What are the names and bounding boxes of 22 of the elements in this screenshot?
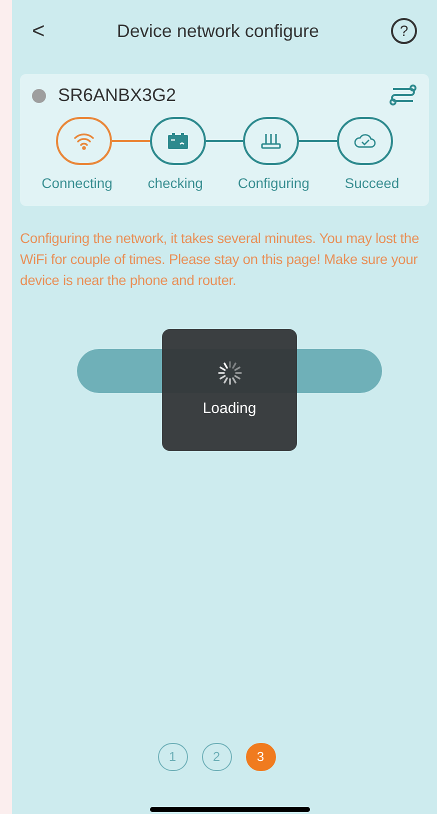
page-title: Device network configure: [116, 20, 319, 43]
page-button[interactable]: 2: [202, 743, 232, 771]
wifi-icon: [73, 132, 95, 150]
help-button[interactable]: ?: [391, 18, 417, 44]
step-label: Connecting: [40, 174, 114, 193]
step-button[interactable]: [243, 117, 300, 165]
switch-icon[interactable]: [389, 84, 417, 108]
step-button[interactable]: [150, 117, 206, 165]
device-name: SR6ANBX3G2: [58, 84, 176, 107]
step-label: Configuring: [236, 174, 310, 193]
battery-icon: [166, 132, 189, 150]
loading-text: Loading: [202, 398, 256, 419]
back-button[interactable]: <: [32, 20, 45, 42]
step-label: checking: [146, 174, 204, 193]
step-label: Succeed: [344, 174, 400, 193]
step-button[interactable]: [337, 117, 394, 165]
router-icon: [260, 132, 282, 150]
step-button[interactable]: [56, 117, 112, 165]
info-message: Configuring the network, it takes several minutes. You may lost the WiFi for couple of times. Please stay on this page! Make sure your device is near the phone and router.: [19, 229, 420, 290]
page-button[interactable]: 1: [158, 743, 188, 771]
cloud-check-icon: [353, 132, 378, 150]
page-button[interactable]: 3: [246, 743, 276, 771]
